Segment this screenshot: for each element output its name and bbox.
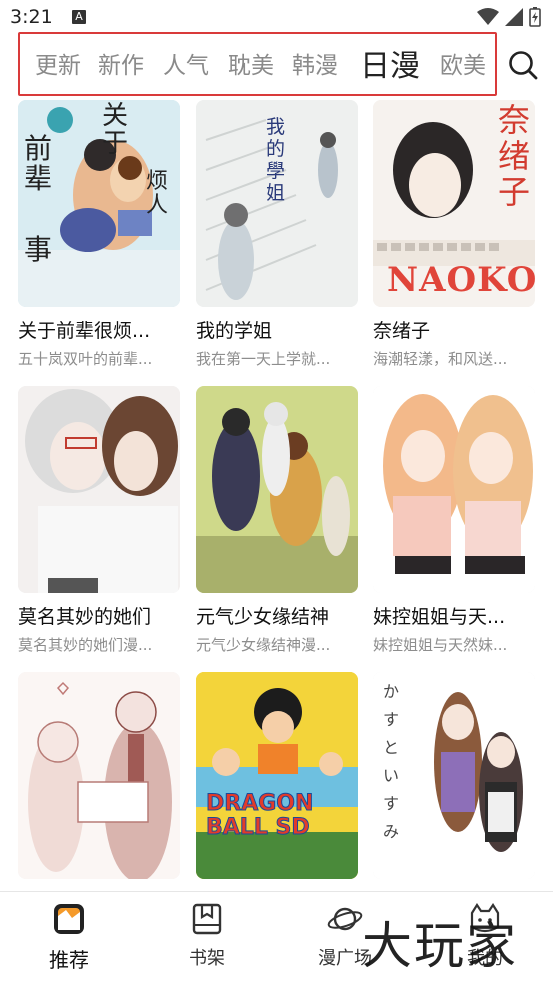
nav-bookshelf[interactable]: 书架	[162, 902, 252, 970]
comic-cover[interactable]	[373, 386, 535, 593]
comic-title: 我的学姐	[196, 320, 273, 342]
tab-korean[interactable]: 韩漫	[292, 46, 338, 80]
nav-recommend[interactable]: 推荐	[24, 902, 114, 973]
comic-description: 莫名其妙的她们漫...	[18, 636, 153, 654]
comic-card[interactable]: 关于 前辈 烦人 事 关于前辈很烦... 五十岚双叶的前辈...	[18, 100, 180, 369]
cover-art	[18, 672, 180, 879]
comic-description: 五十岚双叶的前辈...	[18, 350, 153, 368]
comic-cover[interactable]	[196, 386, 358, 593]
comic-title: 奈绪子	[373, 320, 431, 342]
tab-bl[interactable]: 耽美	[228, 46, 274, 80]
cover-title-text: 关于	[102, 101, 129, 159]
comic-cover[interactable]: かすといすみ	[373, 672, 535, 879]
cover-subtitle-text: NAOKO	[387, 260, 535, 300]
signal-icon	[505, 8, 523, 26]
comic-card[interactable]: 元气少女缘结神 元气少女缘结神漫...	[196, 386, 358, 655]
cover-title-text: 我的學姐	[266, 116, 286, 204]
cover-title-text: 事	[24, 233, 53, 266]
comic-cover[interactable]: DRAGON BALL SD	[196, 672, 358, 879]
comic-card[interactable]: かすといすみ	[373, 672, 535, 891]
comic-cover[interactable]	[18, 672, 180, 879]
comic-cover[interactable]: 关于 前辈 烦人 事	[18, 100, 180, 307]
cover-title-text: 奈绪子	[498, 101, 531, 211]
comic-description: 妹控姐姐与天然妹...	[373, 636, 508, 654]
cover-art	[373, 386, 535, 593]
comic-card[interactable]: 我的學姐 我的学姐 我在第一天上学就...	[196, 100, 358, 369]
comic-card[interactable]: 妹控姐姐与天... 妹控姐姐与天然妹...	[373, 386, 535, 655]
comic-description: 海潮轻漾，和风送...	[373, 350, 508, 368]
status-icons	[477, 7, 541, 27]
cover-art	[18, 386, 180, 593]
cover-title-text: かすといすみ	[383, 682, 400, 841]
cover-art	[196, 386, 358, 593]
tab-popular[interactable]: 人气	[163, 46, 209, 80]
comic-title: 妹控姐姐与天...	[373, 606, 506, 628]
tab-western[interactable]: 欧美	[440, 46, 486, 80]
comic-cover[interactable]	[18, 386, 180, 593]
recommend-icon	[24, 902, 114, 936]
status-bar: 3:21 A	[0, 0, 553, 36]
bookshelf-icon	[162, 902, 252, 936]
nav-label: 推荐	[49, 948, 89, 972]
comic-cover[interactable]: 我的學姐	[196, 100, 358, 307]
comic-grid: 关于 前辈 烦人 事 关于前辈很烦... 五十岚双叶的前辈... 我的學姐 我的…	[0, 96, 553, 891]
cover-title-text: DRAGON BALL SD	[206, 791, 314, 840]
comic-card[interactable]: DRAGON BALL SD	[196, 672, 358, 891]
comic-title: 元气少女缘结神	[196, 606, 330, 628]
comic-title: 莫名其妙的她们	[18, 606, 152, 628]
comic-description: 我在第一天上学就...	[196, 350, 331, 368]
comic-cover[interactable]: 奈绪子 NAOKO	[373, 100, 535, 307]
comic-card[interactable]: 奈绪子 NAOKO 奈绪子 海潮轻漾，和风送...	[373, 100, 535, 369]
search-icon[interactable]	[508, 50, 538, 80]
notification-icon: A	[72, 10, 86, 24]
battery-icon	[529, 7, 541, 27]
cover-title-text: 烦人	[146, 169, 169, 218]
tab-new[interactable]: 新作	[98, 46, 144, 80]
watermark-logo: 大玩家	[362, 917, 518, 975]
comic-card[interactable]: 莫名其妙的她们 莫名其妙的她们漫...	[18, 386, 180, 655]
nav-label: 书架	[189, 948, 225, 969]
tab-japanese[interactable]: 日漫	[360, 41, 420, 85]
category-tab-bar: 更新 新作 人气 耽美 韩漫 日漫 欧美	[0, 32, 553, 96]
comic-description: 元气少女缘结神漫...	[196, 636, 331, 654]
cover-art	[196, 672, 358, 879]
tab-update[interactable]: 更新	[35, 46, 81, 80]
cover-title-text: 前辈	[24, 132, 53, 195]
status-time: 3:21	[10, 6, 53, 28]
comic-card[interactable]	[18, 672, 180, 891]
wifi-icon	[477, 8, 499, 25]
comic-title: 关于前辈很烦...	[18, 320, 151, 342]
